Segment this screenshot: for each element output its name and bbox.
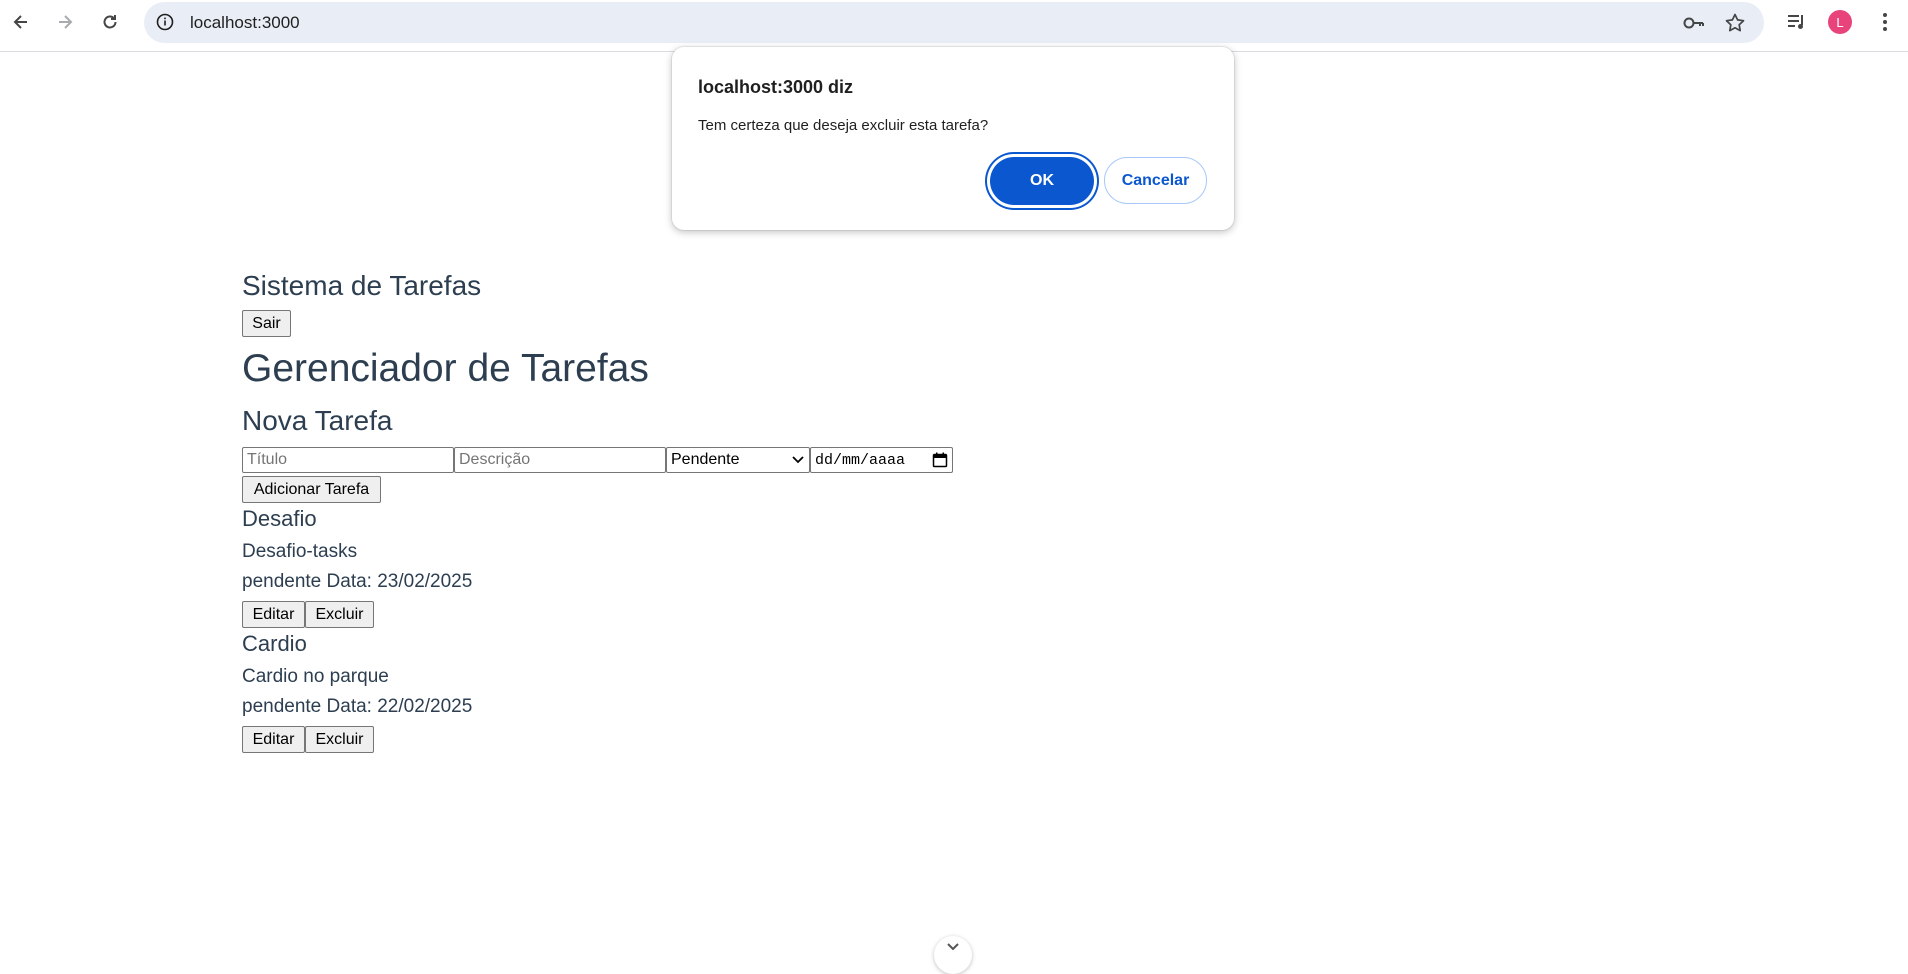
url-text[interactable]: localhost:3000 <box>190 13 300 33</box>
confirm-dialog: localhost:3000 diz Tem certeza que desej… <box>672 47 1234 230</box>
task-meta: pendente Data: 22/02/2025 <box>242 696 473 717</box>
task-description: Cardio no parque <box>242 666 389 687</box>
task-description-input[interactable]: Descrição <box>454 447 666 473</box>
password-key-icon[interactable] <box>1682 11 1706 35</box>
cancel-button[interactable]: Cancelar <box>1104 157 1207 204</box>
bookmark-star-icon[interactable] <box>1723 11 1747 35</box>
dialog-title: localhost:3000 diz <box>698 77 854 97</box>
profile-avatar[interactable]: L <box>1827 9 1853 35</box>
date-input-placeholder: dd/mm/aaaa <box>815 451 906 469</box>
site-info-icon[interactable] <box>154 11 176 33</box>
ok-button[interactable]: OK <box>990 157 1094 205</box>
task-title: Cardio <box>242 631 307 656</box>
add-task-button[interactable]: Adicionar Tarefa <box>242 476 381 503</box>
menu-kebab-icon[interactable] <box>1872 9 1898 35</box>
dialog-message: Tem certeza que deseja excluir esta tare… <box>698 117 989 134</box>
delete-task-button[interactable]: Excluir <box>305 726 374 753</box>
reload-icon <box>103 15 117 29</box>
logout-button[interactable]: Sair <box>242 310 291 337</box>
task-description: Desafio-tasks <box>242 541 358 562</box>
task-title-input[interactable]: Título <box>242 447 454 473</box>
task-meta: pendente Data: 23/02/2025 <box>242 571 473 592</box>
new-task-heading: Nova Tarefa <box>242 405 393 436</box>
page-title: Gerenciador de Tarefas <box>242 347 649 390</box>
back-button[interactable] <box>7 8 35 36</box>
app-title: Sistema de Tarefas <box>242 270 482 301</box>
delete-task-button[interactable]: Excluir <box>305 601 374 628</box>
browser-toolbar: localhost:3000 L <box>0 0 1908 52</box>
edit-task-button[interactable]: Editar <box>242 726 305 753</box>
date-input[interactable]: dd/mm/aaaa <box>810 447 953 473</box>
address-bar[interactable]: localhost:3000 <box>144 2 1764 43</box>
arrow-right-icon <box>59 15 73 29</box>
avatar: L <box>1828 10 1852 34</box>
arrow-left-icon <box>13 15 27 29</box>
status-select[interactable]: Pendente <box>666 447 810 473</box>
task-title: Desafio <box>242 506 317 531</box>
reload-button[interactable] <box>96 8 124 36</box>
calendar-icon[interactable] <box>932 452 948 468</box>
status-select-value: Pendente <box>671 451 740 468</box>
forward-button[interactable] <box>51 8 79 36</box>
chevron-down-icon <box>792 456 804 464</box>
chevron-down-icon <box>947 943 959 951</box>
media-playlist-icon[interactable] <box>1783 9 1809 35</box>
edit-task-button[interactable]: Editar <box>242 601 305 628</box>
scroll-down-button[interactable] <box>934 936 972 974</box>
